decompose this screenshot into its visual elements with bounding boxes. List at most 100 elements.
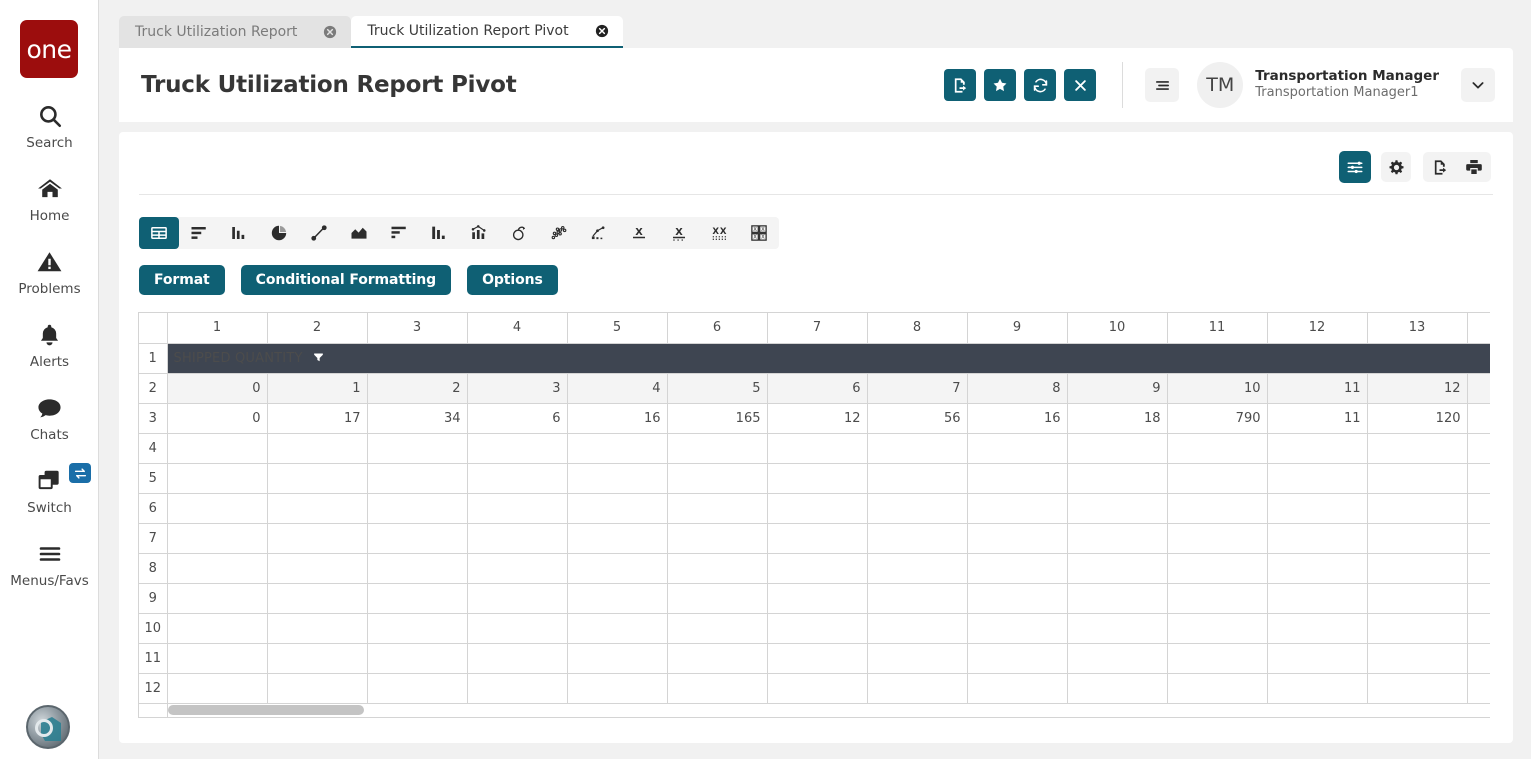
row-header-7[interactable]: 7 — [139, 523, 167, 553]
chart-type-x-axis-dotted[interactable]: X — [659, 217, 699, 249]
empty-cell[interactable] — [667, 493, 767, 523]
empty-cell[interactable] — [167, 523, 267, 553]
table-row[interactable]: 4 — [139, 433, 1490, 463]
empty-cell[interactable] — [967, 613, 1067, 643]
empty-cell[interactable] — [467, 673, 567, 703]
empty-cell[interactable] — [767, 433, 867, 463]
empty-cell[interactable] — [1167, 643, 1267, 673]
conditional-formatting-button[interactable]: Conditional Formatting — [241, 265, 451, 295]
empty-cell[interactable] — [967, 583, 1067, 613]
measure-title-cell[interactable]: SHIPPED QUANTITY — [167, 343, 1490, 373]
empty-cell[interactable] — [867, 643, 967, 673]
column-header-10[interactable]: 10 — [1067, 313, 1167, 343]
options-button[interactable]: Options — [467, 265, 558, 295]
category-cell[interactable]: 5 — [667, 373, 767, 403]
empty-cell[interactable] — [867, 553, 967, 583]
table-row[interactable]: 11 — [139, 643, 1490, 673]
empty-cell[interactable] — [767, 523, 867, 553]
sidebar-item-alerts[interactable]: Alerts — [0, 319, 99, 370]
empty-cell[interactable] — [467, 523, 567, 553]
empty-cell[interactable] — [367, 643, 467, 673]
value-cell[interactable]: 11 — [1267, 403, 1367, 433]
sidebar-item-home[interactable]: Home — [0, 173, 99, 224]
empty-cell[interactable] — [1467, 583, 1490, 613]
empty-cell[interactable] — [167, 643, 267, 673]
chart-type-horizontal-bar[interactable] — [179, 217, 219, 249]
settings-button[interactable] — [1381, 152, 1411, 182]
horizontal-scrollbar[interactable] — [168, 705, 1490, 715]
tab-truck-utilization-report[interactable]: Truck Utilization Report — [119, 16, 351, 48]
empty-cell[interactable] — [1167, 553, 1267, 583]
empty-cell[interactable] — [267, 523, 367, 553]
empty-cell[interactable] — [1067, 523, 1167, 553]
empty-cell[interactable] — [1367, 673, 1467, 703]
empty-cell[interactable] — [867, 583, 967, 613]
category-cell[interactable]: 9 — [1067, 373, 1167, 403]
empty-cell[interactable] — [267, 433, 367, 463]
header-menu-button[interactable] — [1145, 68, 1179, 102]
value-cell[interactable]: 120 — [1367, 403, 1467, 433]
empty-cell[interactable] — [1167, 493, 1267, 523]
empty-cell[interactable] — [967, 553, 1067, 583]
column-header-8[interactable]: 8 — [867, 313, 967, 343]
empty-cell[interactable] — [267, 673, 367, 703]
empty-cell[interactable] — [967, 463, 1067, 493]
empty-cell[interactable] — [1467, 613, 1490, 643]
pivot-grid[interactable]: 1 2 3 4 5 6 7 8 9 10 11 12 13 — [139, 313, 1490, 718]
empty-cell[interactable] — [1367, 553, 1467, 583]
category-cell[interactable]: 8 — [967, 373, 1067, 403]
empty-cell[interactable] — [1267, 583, 1367, 613]
sidebar-item-search[interactable]: Search — [0, 100, 99, 151]
empty-cell[interactable] — [967, 643, 1067, 673]
close-button[interactable] — [1064, 69, 1096, 101]
empty-cell[interactable] — [1267, 613, 1367, 643]
empty-cell[interactable] — [567, 643, 667, 673]
empty-cell[interactable] — [567, 553, 667, 583]
empty-cell[interactable] — [867, 463, 967, 493]
empty-cell[interactable] — [1167, 523, 1267, 553]
grid-corner-cell[interactable] — [139, 313, 167, 343]
category-cell[interactable]: 4 — [567, 373, 667, 403]
empty-cell[interactable] — [1167, 583, 1267, 613]
empty-cell[interactable] — [1467, 673, 1490, 703]
empty-cell[interactable] — [1267, 433, 1367, 463]
value-cell[interactable]: 0 — [167, 403, 267, 433]
category-cell[interactable]: 3 — [467, 373, 567, 403]
empty-cell[interactable] — [367, 673, 467, 703]
column-header-3[interactable]: 3 — [367, 313, 467, 343]
empty-cell[interactable] — [567, 523, 667, 553]
category-cell[interactable]: 0 — [167, 373, 267, 403]
value-cell[interactable]: 17 — [267, 403, 367, 433]
empty-cell[interactable] — [467, 463, 567, 493]
value-cell[interactable]: 34 — [367, 403, 467, 433]
row-header-2[interactable]: 2 — [139, 373, 167, 403]
empty-cell[interactable] — [267, 493, 367, 523]
chart-type-combo-chart[interactable] — [459, 217, 499, 249]
empty-cell[interactable] — [867, 523, 967, 553]
table-row[interactable]: 2 0 1 2 3 4 5 6 7 8 9 10 11 12 1 — [139, 373, 1490, 403]
table-row[interactable]: 10 — [139, 613, 1490, 643]
column-header-13[interactable]: 13 — [1367, 313, 1467, 343]
category-cell[interactable]: 2 — [367, 373, 467, 403]
user-profile-block[interactable]: TM Transportation Manager Transportation… — [1197, 62, 1439, 108]
table-row[interactable]: 1 SHIPPED QUANTITY — [139, 343, 1490, 373]
empty-cell[interactable] — [567, 583, 667, 613]
user-profile-globe-icon[interactable] — [26, 705, 70, 749]
refresh-button[interactable] — [1024, 69, 1056, 101]
table-row[interactable]: 7 — [139, 523, 1490, 553]
empty-cell[interactable] — [867, 673, 967, 703]
empty-cell[interactable] — [967, 433, 1067, 463]
empty-cell[interactable] — [567, 673, 667, 703]
empty-cell[interactable] — [267, 613, 367, 643]
sidebar-item-problems[interactable]: Problems — [0, 246, 99, 297]
row-header-9[interactable]: 9 — [139, 583, 167, 613]
empty-cell[interactable] — [767, 643, 867, 673]
value-cell[interactable]: 6 — [467, 403, 567, 433]
close-circle-icon[interactable] — [323, 25, 337, 39]
sidebar-item-chats[interactable]: Chats — [0, 392, 99, 443]
export-document-button[interactable] — [944, 69, 976, 101]
sidebar-item-menus-favs[interactable]: Menus/Favs — [0, 538, 99, 589]
column-header-2[interactable]: 2 — [267, 313, 367, 343]
empty-cell[interactable] — [1067, 463, 1167, 493]
empty-cell[interactable] — [1267, 553, 1367, 583]
